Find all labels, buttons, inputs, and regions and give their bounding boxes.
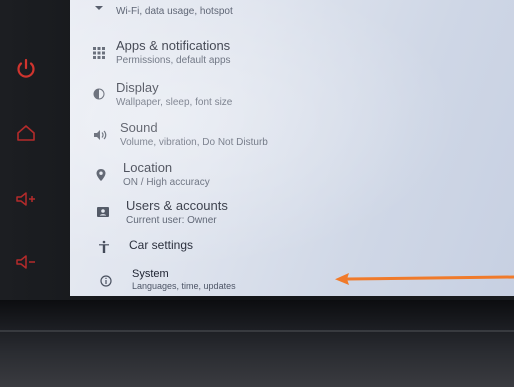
- settings-item-subtitle: Languages, time, updates: [132, 281, 236, 291]
- brightness-icon: [90, 85, 108, 103]
- settings-item-title: Display: [116, 80, 159, 95]
- volume-down-button[interactable]: [8, 245, 44, 279]
- chevron-down-icon: [90, 0, 108, 18]
- location-pin-icon: [92, 166, 110, 184]
- volume-up-icon: [16, 192, 35, 206]
- settings-item-title: System: [132, 268, 169, 280]
- settings-item-title: Car settings: [129, 238, 194, 252]
- settings-item-subtitle: ON / High accuracy: [123, 177, 210, 188]
- home-icon: [17, 125, 35, 141]
- speaker-icon: [91, 126, 109, 144]
- settings-item-subtitle: Current user: Owner: [126, 215, 217, 226]
- account-card-icon: [94, 203, 112, 221]
- apps-grid-icon: [90, 44, 108, 62]
- annotation-arrow: [335, 273, 514, 285]
- settings-item-subtitle: Permissions, default apps: [116, 55, 231, 66]
- settings-item-title: Location: [123, 160, 173, 175]
- power-button[interactable]: [8, 52, 44, 86]
- home-button[interactable]: [8, 116, 44, 150]
- car-settings-icon: [95, 238, 113, 256]
- settings-item-subtitle: Wi-Fi, data usage, hotspot: [116, 6, 233, 17]
- dashboard-trim-line: [0, 330, 514, 332]
- info-icon: [97, 272, 115, 290]
- dashboard-trim: [0, 300, 514, 387]
- settings-item-title: Users & accounts: [126, 198, 228, 213]
- settings-item-title: Apps & notifications: [116, 38, 231, 53]
- settings-item-subtitle: Volume, vibration, Do Not Disturb: [120, 137, 268, 148]
- power-icon: [17, 58, 35, 78]
- volume-up-button[interactable]: [8, 182, 44, 216]
- settings-screen: Wi-Fi, data usage, hotspot Apps & notifi…: [70, 0, 514, 296]
- settings-item-subtitle: Wallpaper, sleep, font size: [116, 97, 233, 108]
- settings-item-title: Sound: [120, 120, 158, 135]
- volume-down-icon: [16, 255, 35, 269]
